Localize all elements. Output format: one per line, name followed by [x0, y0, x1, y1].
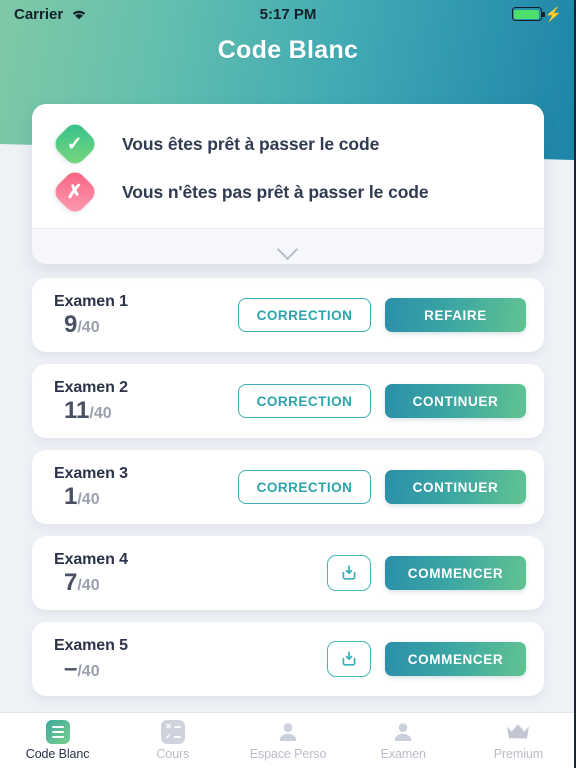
exam-list[interactable]: Examen 1 9/40 CORRECTION REFAIRE Examen …: [0, 278, 574, 710]
exam-title: Examen 1: [54, 292, 128, 310]
tab-premium[interactable]: Premium: [461, 720, 574, 761]
lightning-bolt-icon: ⚡: [544, 6, 562, 22]
list-square-icon: [45, 720, 70, 744]
exam-score-total: /40: [77, 490, 100, 508]
exam-score-value: 1: [64, 482, 78, 510]
exam-title: Examen 5: [54, 636, 128, 654]
exam-info: Examen 3 1/40: [54, 465, 229, 509]
table-row[interactable]: Examen 5 –/40 COMMENCER: [32, 622, 544, 696]
tab-espace-perso[interactable]: Espace Perso: [230, 720, 345, 761]
bottom-tab-bar: Code Blanc ✕ ✓ Cours Espace Perso Examen…: [0, 712, 574, 768]
check-icon: ✓: [50, 119, 100, 169]
primary-action-button[interactable]: COMMENCER: [385, 556, 526, 590]
tab-icon-wrap: [276, 720, 300, 744]
correction-button[interactable]: CORRECTION: [238, 384, 371, 418]
tab-icon-wrap: ✕ ✓: [160, 720, 185, 744]
primary-action-button[interactable]: CONTINUER: [385, 470, 526, 504]
download-button[interactable]: [327, 641, 371, 677]
download-icon: [342, 651, 356, 666]
tab-icon-wrap: [505, 720, 531, 744]
exam-info: Examen 4 7/40: [54, 551, 229, 595]
exam-score: 7/40: [54, 570, 229, 595]
exam-info: Examen 1 9/40: [54, 293, 229, 337]
legend-label-ready: Vous êtes prêt à passer le code: [122, 133, 380, 154]
exam-score-value: 11: [64, 396, 90, 424]
carrier-label: Carrier: [14, 5, 64, 23]
exam-actions: CORRECTION CONTINUER: [238, 384, 526, 418]
legend-row-not-ready: ✗ Vous n'êtes pas prêt à passer le code: [32, 167, 544, 217]
table-row[interactable]: Examen 3 1/40 CORRECTION CONTINUER: [32, 450, 544, 524]
exam-actions: CORRECTION REFAIRE: [238, 298, 526, 332]
tab-icon-wrap: [391, 720, 415, 744]
tab-examen[interactable]: Examen: [346, 720, 461, 761]
exam-title: Examen 2: [54, 378, 128, 396]
table-row[interactable]: Examen 4 7/40 COMMENCER: [32, 536, 544, 610]
crown-icon: [507, 724, 530, 739]
exam-info: Examen 2 11/40: [54, 379, 229, 423]
person-icon: [394, 723, 412, 741]
exam-title: Examen 3: [54, 464, 128, 482]
status-bar-left: Carrier: [14, 6, 88, 23]
exam-info: Examen 5 –/40: [54, 637, 229, 681]
legend-expander-button[interactable]: [32, 228, 544, 264]
exam-actions: COMMENCER: [327, 555, 526, 591]
tab-label: Cours: [156, 747, 190, 761]
table-row[interactable]: Examen 2 11/40 CORRECTION CONTINUER: [32, 364, 544, 438]
exam-score-total: /40: [77, 318, 100, 336]
wifi-icon: [73, 10, 86, 20]
correction-button[interactable]: CORRECTION: [238, 470, 371, 504]
page-title: Code Blanc: [217, 36, 359, 64]
exam-score-total: /40: [77, 576, 100, 594]
exam-score-value: 7: [64, 568, 78, 596]
exam-score-value: –: [64, 654, 78, 682]
tab-label: Examen: [380, 747, 426, 761]
status-bar-right: ⚡: [511, 6, 562, 22]
legend-label-not-ready: Vous n'êtes pas prêt à passer le code: [122, 181, 429, 202]
chevron-down-icon: [278, 242, 298, 252]
legend-row-ready: ✓ Vous êtes prêt à passer le code: [32, 119, 544, 169]
exam-actions: COMMENCER: [327, 641, 526, 677]
tab-code-blanc[interactable]: Code Blanc: [0, 720, 115, 761]
table-row[interactable]: Examen 1 9/40 CORRECTION REFAIRE: [32, 278, 544, 352]
tab-label: Premium: [493, 747, 544, 761]
status-bar: Carrier 5:17 PM ⚡: [0, 0, 574, 28]
person-icon: [279, 723, 297, 741]
exam-score: 1/40: [54, 484, 229, 509]
battery-full-icon: [511, 7, 545, 21]
exam-score-total: /40: [89, 404, 112, 422]
legend-card: ✓ Vous êtes prêt à passer le code ✗ Vous…: [32, 104, 544, 264]
exam-actions: CORRECTION CONTINUER: [238, 470, 526, 504]
exam-score-total: /40: [77, 662, 100, 680]
primary-action-button[interactable]: REFAIRE: [385, 298, 526, 332]
tab-icon-wrap: [45, 720, 70, 744]
exam-score: 11/40: [54, 398, 229, 423]
exam-title: Examen 4: [54, 550, 128, 568]
cross-icon: ✗: [50, 167, 100, 217]
quiz-checklist-icon: ✕ ✓: [160, 720, 185, 744]
legend-rows: ✓ Vous êtes prêt à passer le code ✗ Vous…: [32, 104, 544, 228]
exam-score-value: 9: [64, 310, 78, 338]
download-button[interactable]: [327, 555, 371, 591]
app-screen: Carrier 5:17 PM ⚡ Code Blanc ✓ Vous êtes…: [0, 0, 576, 768]
tab-cours[interactable]: ✕ ✓ Cours: [115, 720, 230, 761]
primary-action-button[interactable]: COMMENCER: [385, 642, 526, 676]
tab-label: Code Blanc: [25, 747, 90, 761]
tab-label: Espace Perso: [249, 747, 327, 761]
exam-score: –/40: [54, 656, 229, 681]
primary-action-button[interactable]: CONTINUER: [385, 384, 526, 418]
exam-score: 9/40: [54, 312, 229, 337]
correction-button[interactable]: CORRECTION: [238, 298, 371, 332]
download-icon: [342, 565, 356, 580]
